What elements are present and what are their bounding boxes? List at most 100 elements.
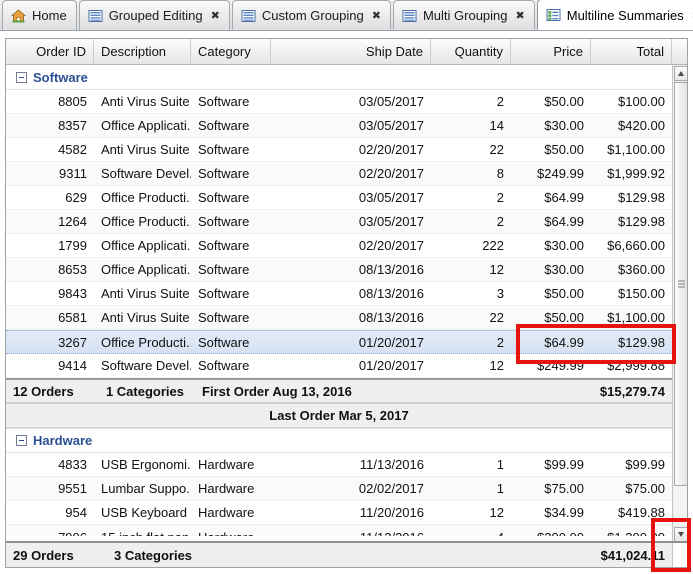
cell-order-id: 954	[65, 505, 87, 520]
cell-quantity: 222	[482, 238, 504, 253]
table-row-partial[interactable]: 7906 15 inch flat pan... Hardware 11/13/…	[6, 525, 672, 536]
table-row[interactable]: 1264 Office Producti... Software 03/05/2…	[6, 210, 672, 234]
table-row-selected[interactable]: 3267 Office Producti... Software 01/20/2…	[6, 330, 672, 354]
column-header-ship-date[interactable]: Ship Date	[271, 39, 431, 64]
cell-category: Software	[198, 214, 250, 229]
column-header-label: Ship Date	[365, 44, 423, 59]
collapse-minus-icon[interactable]	[16, 435, 27, 446]
tab-close-icon[interactable]: ✖	[372, 10, 381, 21]
tab-label: Multi Grouping	[422, 8, 508, 23]
table-row[interactable]: 9843 Anti Virus Suite Software 08/13/201…	[6, 282, 672, 306]
cell-total: $99.99	[625, 457, 665, 472]
group-header-hardware[interactable]: Hardware	[6, 428, 672, 453]
cell-quantity: 4	[431, 525, 511, 537]
cell-total: $129.98	[618, 214, 665, 229]
table-row[interactable]: 9414 Software Devel... Software 01/20/20…	[6, 354, 672, 378]
cell-description: Anti Virus Suite	[101, 310, 190, 325]
column-header-label: Category	[198, 44, 251, 59]
cell-ship-date: 02/20/2017	[358, 142, 424, 157]
scrollbar-track[interactable]	[674, 82, 687, 526]
table-row[interactable]: 954 USB Keyboard Hardware 11/20/2016 12 …	[6, 501, 672, 525]
table-row[interactable]: 1799 Office Applicati... Software 02/20/…	[6, 234, 672, 258]
group-summary-row-software-line2: Last Order Mar 5, 2017	[6, 403, 672, 428]
cell-order-id: 3267	[58, 334, 87, 350]
cell-description: Office Applicati...	[101, 118, 191, 133]
cell-order-id: 4833	[58, 457, 87, 472]
collapse-minus-icon[interactable]	[16, 71, 27, 83]
column-header-total[interactable]: Total	[591, 39, 672, 64]
cell-price: $50.00	[544, 286, 584, 301]
tab-home[interactable]: Home	[2, 0, 77, 30]
scroll-up-button[interactable]	[674, 66, 687, 81]
summary-orders-count: 12 Orders	[13, 383, 74, 399]
cell-description: Software Devel...	[101, 358, 191, 373]
cell-description: USB Ergonomi...	[101, 457, 191, 472]
cell-quantity: 14	[489, 118, 504, 133]
column-header-price[interactable]: Price	[511, 39, 591, 64]
table-row[interactable]: 4582 Anti Virus Suite Software 02/20/201…	[6, 138, 672, 162]
tab-multi-grouping[interactable]: Multi Grouping ✖	[392, 0, 535, 30]
summary-first-order: First Order Aug 13, 2016	[202, 383, 352, 399]
cell-description: Anti Virus Suite	[101, 286, 190, 301]
tab-custom-grouping[interactable]: Custom Grouping ✖	[231, 0, 391, 30]
cell-quantity: 22	[489, 142, 504, 157]
column-header-order-id[interactable]: Order ID	[6, 39, 94, 64]
cell-order-id: 4582	[58, 142, 87, 157]
scroll-down-button[interactable]	[674, 527, 687, 542]
scrollbar-thumb[interactable]	[674, 82, 687, 486]
vertical-scrollbar[interactable]	[672, 65, 687, 543]
tab-grouped-editing[interactable]: Grouped Editing ✖	[78, 0, 230, 30]
cell-category: Software	[198, 238, 250, 253]
cell-quantity: 12	[489, 358, 504, 373]
grand-total-orders: 29 Orders	[13, 547, 74, 563]
column-header-corner[interactable]	[672, 39, 687, 64]
table-row[interactable]: 9551 Lumbar Suppo... Hardware 02/02/2017…	[6, 477, 672, 501]
cell-total: $6,660.00	[607, 238, 665, 253]
table-row[interactable]: 6581 Anti Virus Suite Software 08/13/201…	[6, 306, 672, 330]
column-header-label: Quantity	[454, 44, 503, 59]
cell-category: Hardware	[198, 457, 255, 472]
cell-quantity: 8	[496, 166, 504, 181]
table-row[interactable]: 629 Office Producti... Software 03/05/20…	[6, 186, 672, 210]
column-header-label: Description	[101, 44, 167, 59]
table-row[interactable]: 8653 Office Applicati... Software 08/13/…	[6, 258, 672, 282]
cell-total: $420.00	[618, 118, 665, 133]
cell-description: Office Producti...	[101, 214, 191, 229]
table-row[interactable]: 8357 Office Applicati... Software 03/05/…	[6, 114, 672, 138]
cell-total: $419.88	[618, 505, 665, 520]
cell-ship-date: 08/13/2016	[358, 262, 424, 277]
cell-order-id: 1264	[58, 214, 87, 229]
tab-close-icon[interactable]: ✖	[211, 10, 220, 21]
table-row[interactable]: 4833 USB Ergonomi... Hardware 11/13/2016…	[6, 453, 672, 477]
cell-price: $30.00	[544, 262, 584, 277]
cell-description: Office Applicati...	[101, 238, 191, 253]
table-row[interactable]: 9311 Software Devel... Software 02/20/20…	[6, 162, 672, 186]
cell-ship-date: 01/20/2017	[358, 334, 424, 350]
chevron-down-icon	[678, 532, 684, 537]
cell-category: Hardware	[191, 525, 271, 537]
cell-order-id: 1799	[58, 238, 87, 253]
cell-price: $300.00	[511, 525, 591, 537]
column-header-quantity[interactable]: Quantity	[431, 39, 511, 64]
summary-last-order: Last Order Mar 5, 2017	[269, 408, 409, 423]
tab-close-icon[interactable]: ✖	[516, 10, 525, 21]
column-header-category[interactable]: Category	[191, 39, 271, 64]
cell-total-highlighted[interactable]: $129.98	[591, 331, 672, 353]
cell-ship-date: 02/20/2017	[358, 238, 424, 253]
cell-total: $1,999.92	[607, 166, 665, 181]
group-summary-row-software-line1: 12 Orders 1 Categories First Order Aug 1…	[6, 378, 672, 403]
grid-icon	[402, 9, 417, 23]
tab-multiline-summaries[interactable]: Multiline Summaries ✖	[536, 0, 693, 30]
group-header-software[interactable]: Software	[6, 65, 672, 90]
cell-ship-date: 11/13/2016	[359, 457, 424, 472]
chevron-up-icon	[678, 71, 684, 76]
grand-total-amount: $41,024.11	[600, 547, 665, 563]
table-row[interactable]: 8805 Anti Virus Suite Software 03/05/201…	[6, 90, 672, 114]
cell-ship-date: 03/05/2017	[358, 94, 424, 109]
cell-description: Anti Virus Suite	[101, 142, 190, 157]
column-header-label: Price	[553, 44, 583, 59]
cell-category: Software	[198, 190, 250, 205]
column-header-description[interactable]: Description	[94, 39, 191, 64]
summary-categories-count: 1 Categories	[105, 383, 184, 399]
cell-ship-date: 03/05/2017	[358, 190, 424, 205]
